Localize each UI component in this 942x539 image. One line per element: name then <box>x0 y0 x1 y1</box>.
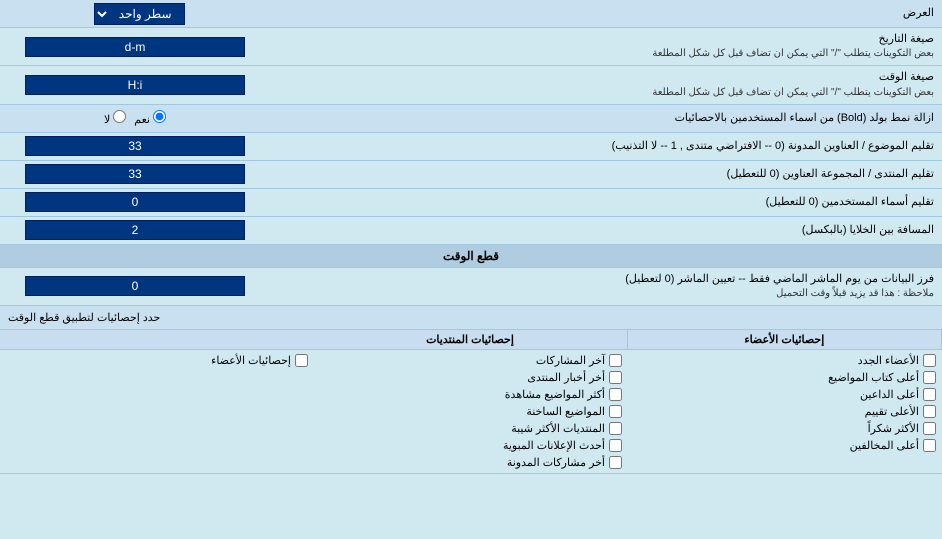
list-item: إحصائيات الأعضاء <box>6 354 308 367</box>
checkbox-top-rated[interactable] <box>923 405 936 418</box>
users-input-container <box>0 190 270 214</box>
list-item: أعلى كتاب المواضيع <box>634 371 936 384</box>
gap-input-container <box>0 218 270 242</box>
checkbox-most-forums[interactable] <box>609 422 622 435</box>
topics-input[interactable] <box>25 136 245 156</box>
cutoff-hint: ملاحظة : هذا قد يزيد قبلاً وقت التحميل <box>278 287 934 301</box>
checkbox-forum-news[interactable] <box>609 371 622 384</box>
users-row: تقليم أسماء المستخدمين (0 للتعطيل) <box>0 189 942 217</box>
checkbox-most-viewed[interactable] <box>609 388 622 401</box>
list-item: الأعضاء الجدد <box>634 354 936 367</box>
gap-row: المسافة بين الخلايا (بالبكسل) <box>0 217 942 245</box>
list-item: أعلى الداعين <box>634 388 936 401</box>
bold-row: ازالة نمط بولد (Bold) من اسماء المستخدمي… <box>0 105 942 133</box>
checkbox-col-1: إحصائيات الأعضاء <box>0 354 314 469</box>
users-input[interactable] <box>25 192 245 212</box>
cutoff-title: فرز البيانات من يوم الماشر الماضي فقط --… <box>278 272 934 287</box>
gap-input[interactable] <box>25 220 245 240</box>
checkbox-hot-topics[interactable] <box>609 405 622 418</box>
col2-header: إحصائيات المنتديات <box>313 330 627 349</box>
date-format-hint: بعض التكوينات يتطلب "/" التي يمكن ان تضا… <box>278 47 934 61</box>
date-format-row: صيغة التاريخ بعض التكوينات يتطلب "/" الت… <box>0 28 942 66</box>
checkbox-col-2: آخر المشاركات أخر أخبار المنتدى أكثر الم… <box>314 354 628 469</box>
time-format-input-container <box>0 73 270 97</box>
forum-label: تقليم المنتدى / المجموعة العناوين (0 للت… <box>270 163 942 186</box>
topics-input-container <box>0 134 270 158</box>
time-cutoff-header: قطع الوقت <box>0 245 942 268</box>
checkbox-classified-ads[interactable] <box>609 439 622 452</box>
cutoff-label: فرز البيانات من يوم الماشر الماضي فقط --… <box>270 268 942 305</box>
apply-label: حدد إحصائيات لتطبيق قطع الوقت <box>8 311 160 324</box>
users-label: تقليم أسماء المستخدمين (0 للتعطيل) <box>270 191 942 214</box>
list-item: أخر أخبار المنتدى <box>320 371 622 384</box>
forum-input[interactable] <box>25 164 245 184</box>
checkbox-top-writers[interactable] <box>923 371 936 384</box>
checkbox-blog-posts[interactable] <box>609 456 622 469</box>
time-format-label: صيغة الوقت بعض التكوينات يتطلب "/" التي … <box>270 66 942 103</box>
display-input-container: سطر واحد <box>0 1 270 27</box>
display-select[interactable]: سطر واحد <box>94 3 185 25</box>
bold-radio-container: نعم لا <box>0 110 270 126</box>
checkbox-members-stats[interactable] <box>295 354 308 367</box>
checkbox-top-violators[interactable] <box>923 439 936 452</box>
main-container: العرض سطر واحد صيغة التاريخ بعض التكوينا… <box>0 0 942 474</box>
list-item: الأكثر شكراً <box>634 422 936 435</box>
list-item: أكثر المواضيع مشاهدة <box>320 388 622 401</box>
apply-section: حدد إحصائيات لتطبيق قطع الوقت <box>0 306 942 330</box>
topics-label: تقليم الموضوع / العناوين المدونة (0 -- ا… <box>270 135 942 158</box>
list-item: أحدث الإعلانات المبوية <box>320 439 622 452</box>
radio-no-label[interactable]: لا <box>104 110 126 126</box>
cutoff-input[interactable] <box>25 276 245 296</box>
list-item: آخر المشاركات <box>320 354 622 367</box>
checkbox-members-new[interactable] <box>923 354 936 367</box>
col1-header <box>0 330 313 349</box>
radio-yes-label[interactable]: نعم <box>134 110 166 126</box>
radio-yes[interactable] <box>153 110 166 123</box>
time-format-input[interactable] <box>25 75 245 95</box>
date-format-title: صيغة التاريخ <box>278 32 934 47</box>
list-item: الأعلى تقييم <box>634 405 936 418</box>
gap-label: المسافة بين الخلايا (بالبكسل) <box>270 219 942 242</box>
checkbox-col-3: الأعضاء الجدد أعلى كتاب المواضيع أعلى ال… <box>628 354 942 469</box>
display-row: العرض سطر واحد <box>0 0 942 28</box>
forum-row: تقليم المنتدى / المجموعة العناوين (0 للت… <box>0 161 942 189</box>
topics-row: تقليم الموضوع / العناوين المدونة (0 -- ا… <box>0 133 942 161</box>
date-format-input[interactable] <box>25 37 245 57</box>
time-format-title: صيغة الوقت <box>278 70 934 85</box>
bold-label: ازالة نمط بولد (Bold) من اسماء المستخدمي… <box>270 107 942 130</box>
cutoff-input-container <box>0 274 270 298</box>
checkbox-top-inviters[interactable] <box>923 388 936 401</box>
list-item: أخر مشاركات المدونة <box>320 456 622 469</box>
list-item: أعلى المخالفين <box>634 439 936 452</box>
cutoff-row: فرز البيانات من يوم الماشر الماضي فقط --… <box>0 268 942 306</box>
date-format-label: صيغة التاريخ بعض التكوينات يتطلب "/" الت… <box>270 28 942 65</box>
checkbox-last-posts[interactable] <box>609 354 622 367</box>
time-format-hint: بعض التكوينات يتطلب "/" التي يمكن ان تضا… <box>278 86 934 100</box>
list-item: المواضيع الساخنة <box>320 405 622 418</box>
list-item: المنتديات الأكثر شيبة <box>320 422 622 435</box>
date-format-input-container <box>0 35 270 59</box>
time-format-row: صيغة الوقت بعض التكوينات يتطلب "/" التي … <box>0 66 942 104</box>
forum-input-container <box>0 162 270 186</box>
radio-no[interactable] <box>113 110 126 123</box>
col3-header: إحصائيات الأعضاء <box>628 330 942 349</box>
checkboxes-header: إحصائيات الأعضاء إحصائيات المنتديات <box>0 330 942 350</box>
checkboxes-section: الأعضاء الجدد أعلى كتاب المواضيع أعلى ال… <box>0 350 942 474</box>
checkbox-most-thanks[interactable] <box>923 422 936 435</box>
display-label: العرض <box>270 2 942 25</box>
